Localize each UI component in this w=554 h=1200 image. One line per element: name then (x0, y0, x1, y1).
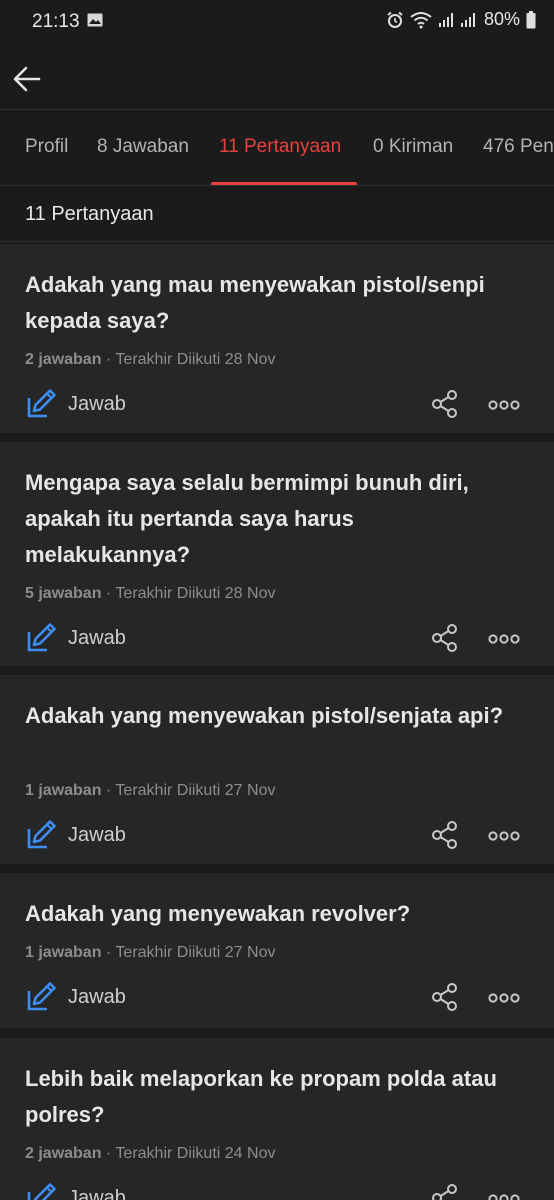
question-title[interactable]: Adakah yang mau menyewakan pistol/senpi … (25, 267, 524, 339)
answer-count[interactable]: 2 jawaban (25, 351, 101, 368)
answer-button[interactable]: Jawab (25, 1181, 126, 1200)
answer-button[interactable]: Jawab (25, 621, 126, 655)
answer-count[interactable]: 5 jawaban (25, 585, 101, 602)
gallery-notification-icon (87, 13, 103, 27)
answer-button-label: Jawab (68, 1186, 126, 1200)
answer-button[interactable]: Jawab (25, 387, 126, 421)
status-time: 21:13 (32, 11, 80, 32)
battery-percentage: 80% (483, 9, 520, 29)
section-title: 11 Pertanyaan (25, 203, 154, 225)
answer-button[interactable]: Jawab (25, 980, 126, 1014)
answer-button-label: Jawab (68, 823, 126, 846)
alarm-icon (387, 11, 403, 28)
edit-answer-icon (27, 820, 56, 849)
tab-pertanyaan[interactable]: 11 Pertanyaan (219, 136, 341, 158)
answer-button-label: Jawab (68, 626, 126, 649)
tab-kiriman[interactable]: 0 Kiriman (373, 136, 453, 158)
status-bar: 21:13 80% (0, 0, 554, 44)
signal-icon-secondary (460, 12, 475, 27)
question-meta: 1 jawaban · Terakhir Diikuti 27 Nov (25, 782, 275, 800)
more-options-icon[interactable] (488, 1192, 520, 1200)
share-icon[interactable] (430, 820, 460, 850)
more-options-icon[interactable] (488, 398, 520, 410)
edit-answer-icon (27, 389, 56, 418)
tab-pengikut[interactable]: 476 Pen (483, 136, 554, 158)
last-followed: · Terakhir Diikuti 27 Nov (101, 782, 276, 799)
question-card[interactable]: Adakah yang menyewakan pistol/senjata ap… (0, 675, 554, 864)
last-followed: · Terakhir Diikuti 24 Nov (101, 1145, 276, 1162)
question-title[interactable]: Adakah yang menyewakan pistol/senjata ap… (25, 698, 524, 734)
share-icon[interactable] (430, 623, 460, 653)
question-meta: 5 jawaban · Terakhir Diikuti 28 Nov (25, 585, 275, 603)
question-title[interactable]: Mengapa saya selalu bermimpi bunuh diri,… (25, 465, 524, 573)
last-followed: · Terakhir Diikuti 28 Nov (101, 351, 276, 368)
status-icons: 80% (386, 9, 536, 30)
question-title[interactable]: Lebih baik melaporkan ke propam polda at… (25, 1061, 524, 1133)
answer-button[interactable]: Jawab (25, 818, 126, 852)
last-followed: · Terakhir Diikuti 28 Nov (101, 585, 276, 602)
question-card[interactable]: Lebih baik melaporkan ke propam polda at… (0, 1038, 554, 1200)
question-title[interactable]: Adakah yang menyewakan revolver? (25, 896, 524, 932)
answer-count[interactable]: 1 jawaban (25, 782, 101, 799)
question-meta: 2 jawaban · Terakhir Diikuti 28 Nov (25, 351, 275, 369)
wifi-icon (410, 11, 432, 28)
last-followed: · Terakhir Diikuti 27 Nov (101, 944, 276, 961)
app-bar (0, 44, 554, 110)
more-options-icon[interactable] (488, 829, 520, 841)
section-header: 11 Pertanyaan (0, 186, 554, 242)
more-options-icon[interactable] (488, 991, 520, 1003)
profile-tabs: Profil 8 Jawaban 11 Pertanyaan 0 Kiriman… (0, 110, 554, 186)
arrow-left-icon[interactable] (12, 64, 42, 94)
tab-jawaban[interactable]: 8 Jawaban (97, 136, 189, 158)
question-meta: 2 jawaban · Terakhir Diikuti 24 Nov (25, 1145, 275, 1163)
question-meta: 1 jawaban · Terakhir Diikuti 27 Nov (25, 944, 275, 962)
answer-count[interactable]: 1 jawaban (25, 944, 101, 961)
battery-icon (526, 10, 536, 28)
question-card[interactable]: Mengapa saya selalu bermimpi bunuh diri,… (0, 442, 554, 666)
question-card[interactable]: Adakah yang menyewakan revolver? 1 jawaba… (0, 873, 554, 1028)
answer-button-label: Jawab (68, 985, 126, 1008)
share-icon[interactable] (430, 982, 460, 1012)
question-card[interactable]: Adakah yang mau menyewakan pistol/senpi … (0, 244, 554, 433)
edit-answer-icon (27, 1183, 56, 1200)
answer-count[interactable]: 2 jawaban (25, 1145, 101, 1162)
answer-button-label: Jawab (68, 392, 126, 415)
share-icon[interactable] (430, 1183, 460, 1200)
share-icon[interactable] (430, 389, 460, 419)
more-options-icon[interactable] (488, 632, 520, 644)
tab-profil[interactable]: Profil (25, 136, 68, 158)
edit-answer-icon (27, 982, 56, 1011)
signal-icon (438, 12, 453, 27)
edit-answer-icon (27, 623, 56, 652)
